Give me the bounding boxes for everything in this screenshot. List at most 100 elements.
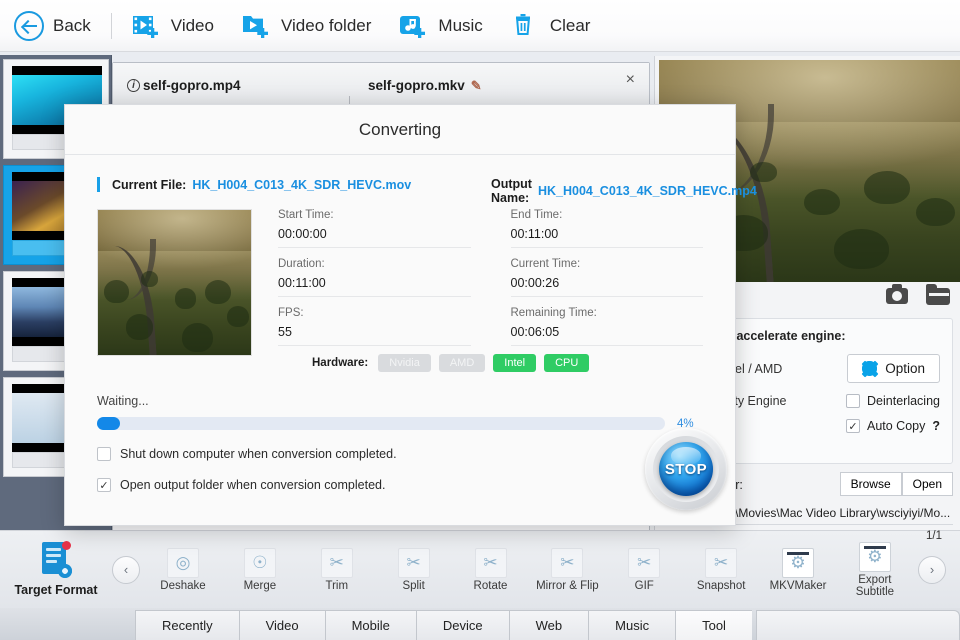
mirror-flip-icon: ✂	[551, 547, 584, 578]
rotate-icon: ✂	[474, 547, 507, 578]
tab-device[interactable]: Device	[415, 610, 509, 640]
add-video-button[interactable]: Video	[118, 0, 228, 52]
option-label: Option	[885, 361, 925, 376]
tool-label: Split	[402, 579, 425, 592]
bottom-tab-bar: Recently Video Mobile Device Web Music T…	[0, 608, 960, 640]
app-window: Back Video Video folder Music Clear i se…	[0, 0, 960, 640]
tab-recently[interactable]: Recently	[135, 610, 239, 640]
badge-intel: Intel	[493, 354, 537, 372]
tool-export-subtitle[interactable]: ⚙ Export Subtitle	[842, 541, 908, 598]
field-label: Remaining Time:	[510, 307, 597, 319]
add-music-icon	[399, 11, 429, 41]
current-file-value: HK_H004_C013_4K_SDR_HEVC.mov	[192, 177, 412, 192]
open-folder-option[interactable]: ✓ Open output folder when conversion com…	[97, 478, 703, 492]
badge-amd: AMD	[438, 354, 486, 372]
tool-trim[interactable]: ✂ Trim	[304, 547, 370, 592]
tab-web[interactable]: Web	[508, 610, 589, 640]
checkbox-box	[846, 394, 861, 408]
add-video-folder-label: Video folder	[280, 15, 372, 35]
tab-music[interactable]: Music	[588, 610, 676, 640]
open-button[interactable]: Open	[901, 472, 953, 496]
field-label: FPS:	[278, 307, 304, 319]
dialog-body: Current File: HK_H004_C013_4K_SDR_HEVC.m…	[65, 155, 757, 510]
tool-label: Deshake	[160, 579, 206, 592]
stop-button[interactable]: STOP	[659, 442, 713, 496]
field-label: Current Time:	[510, 258, 581, 270]
tool-mirror-flip[interactable]: ✂ Mirror & Flip	[534, 547, 600, 592]
add-video-folder-button[interactable]: Video folder	[228, 0, 385, 52]
tab-mobile[interactable]: Mobile	[324, 610, 416, 640]
source-file-name: self-gopro.mp4	[143, 78, 241, 93]
open-folder-option-label: Open output folder when conversion compl…	[120, 478, 386, 492]
pencil-edit-icon[interactable]: ✎	[471, 78, 482, 94]
tab-tool[interactable]: Tool	[675, 610, 752, 640]
add-video-label: Video	[170, 15, 214, 35]
tools-list: ◎ Deshake ☉ Merge ✂ Trim ✂ Split ✂ Rotat…	[140, 541, 918, 598]
tool-deshake[interactable]: ◎ Deshake	[150, 547, 216, 592]
field-value: 00:00:00	[278, 227, 327, 241]
option-button[interactable]: Option	[847, 354, 940, 383]
info-icon[interactable]: i	[127, 79, 140, 92]
gif-icon: ✂	[628, 547, 661, 578]
checkbox-box	[97, 447, 111, 461]
top-toolbar: Back Video Video folder Music Clear	[0, 0, 960, 52]
hardware-badges-row: Hardware: Nvidia AMD Intel CPU	[278, 354, 703, 372]
field-value: 00:11:00	[278, 276, 326, 290]
tool-rotate[interactable]: ✂ Rotate	[458, 547, 524, 592]
add-music-button[interactable]: Music	[385, 0, 496, 52]
target-format-button[interactable]: Target Format	[0, 541, 112, 597]
deinterlacing-label: Deinterlacing	[867, 394, 940, 408]
field-label: Start Time:	[278, 209, 334, 221]
snapshot-icon: ✂	[705, 547, 738, 578]
deinterlacing-checkbox[interactable]: Deinterlacing	[846, 394, 940, 408]
tool-label: Trim	[325, 579, 349, 592]
tab-bar-tail	[755, 610, 960, 640]
camera-icon[interactable]	[886, 284, 908, 304]
clear-button[interactable]: Clear	[497, 0, 605, 52]
auto-copy-help-icon[interactable]: ?	[932, 419, 940, 433]
page-indicator: 1/1	[926, 530, 942, 542]
shutdown-option[interactable]: Shut down computer when conversion compl…	[97, 447, 703, 461]
deshake-icon: ◎	[167, 547, 199, 578]
folder-icon[interactable]	[926, 284, 950, 305]
add-video-icon	[132, 11, 162, 41]
field-end-time: End Time: 00:11:00	[510, 209, 703, 248]
source-file-row[interactable]: i self-gopro.mp4	[127, 78, 241, 93]
tool-label: MKVMaker	[769, 579, 827, 592]
preview-actions	[886, 284, 950, 305]
trash-icon	[511, 11, 541, 41]
converting-preview-image	[97, 209, 252, 356]
tool-mkvmaker[interactable]: ⚙ MKVMaker	[765, 547, 831, 592]
field-value: 55	[278, 325, 292, 339]
output-file-name: self-gopro.mkv	[368, 78, 465, 93]
output-file-row[interactable]: self-gopro.mkv ✎	[368, 78, 482, 94]
tools-prev-button[interactable]: ‹	[112, 555, 140, 584]
field-value: 00:11:00	[510, 227, 559, 241]
target-format-label: Target Format	[14, 583, 98, 597]
tool-label: Export Subtitle	[855, 573, 895, 598]
close-icon[interactable]: ×	[626, 72, 635, 88]
browse-button[interactable]: Browse	[839, 472, 902, 496]
trim-icon: ✂	[320, 547, 353, 578]
dialog-file-row: Current File: HK_H004_C013_4K_SDR_HEVC.m…	[97, 177, 757, 205]
field-start-time: Start Time: 00:00:00	[278, 209, 471, 248]
merge-icon: ☉	[243, 547, 276, 578]
tool-gif[interactable]: ✂ GIF	[611, 547, 677, 592]
toolbar-separator	[110, 12, 112, 39]
tool-label: Merge	[243, 579, 277, 592]
tool-strip: Target Format ‹ ◎ Deshake ☉ Merge ✂ Trim…	[0, 530, 960, 608]
tool-merge[interactable]: ☉ Merge	[227, 547, 293, 592]
file-list-header: i self-gopro.mp4 self-gopro.mkv ✎ ×	[113, 63, 649, 109]
tool-split[interactable]: ✂ Split	[381, 547, 447, 592]
status-text: Waiting...	[97, 394, 149, 408]
auto-copy-checkbox[interactable]: ✓ Auto Copy ?	[845, 419, 940, 433]
tools-next-button[interactable]: ›	[918, 555, 946, 584]
badge-nvidia: Nvidia	[378, 354, 431, 372]
tool-snapshot[interactable]: ✂ Snapshot	[688, 547, 754, 592]
output-name-label: Output Name:	[491, 177, 532, 205]
tab-video[interactable]: Video	[238, 610, 325, 640]
export-subtitle-icon: ⚙	[858, 541, 891, 572]
back-button[interactable]: Back	[0, 0, 105, 52]
dialog-fields-grid: Start Time: 00:00:00 End Time: 00:11:00 …	[278, 209, 703, 372]
stop-button-label: STOP	[664, 460, 708, 478]
